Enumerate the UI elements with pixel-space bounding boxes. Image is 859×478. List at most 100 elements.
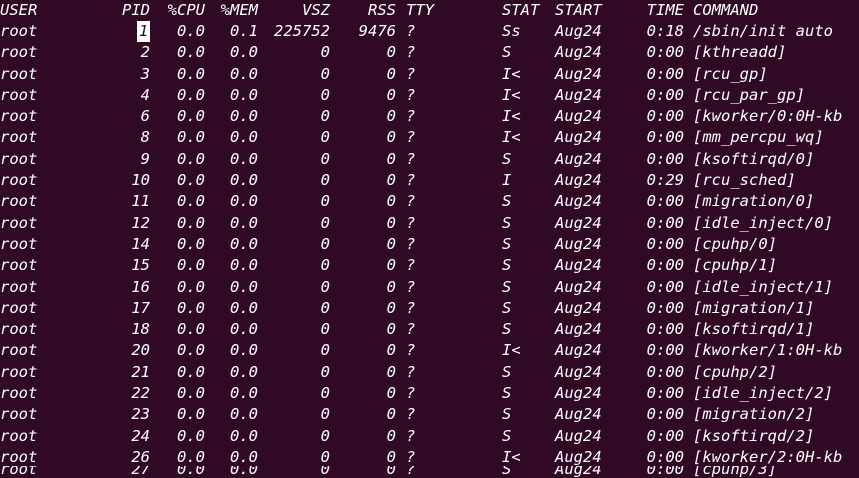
cell-user: root: [0, 128, 38, 147]
cell-tty: ?: [406, 128, 416, 147]
cell-tty: ?: [406, 149, 416, 168]
cell-pid: 16: [131, 277, 150, 296]
cell-vsz: 225752: [274, 22, 330, 40]
cell-stat: I<: [502, 128, 521, 147]
cell-cpu: 0.0: [177, 426, 205, 445]
cell-command: [kworker/1:0H-kb: [693, 341, 843, 360]
table-row: root 9 0.0 0.0 0 0? S Aug24 0:00 [ksoftirqd/0]: [0, 149, 859, 170]
cell-stat: S: [502, 149, 512, 168]
cell-rss: 9476: [358, 22, 396, 40]
table-row: root 20 0.0 0.0 0 0? I< Aug24 0:00 [kworker/1:0H-…: [0, 340, 859, 361]
table-row: root 4 0.0 0.0 0 0? I< Aug24 0:00 [rcu_par_gp]: [0, 85, 859, 106]
header-tty: TTY: [406, 1, 434, 19]
header-time: TIME: [646, 1, 684, 19]
cell-user: root: [0, 107, 38, 126]
header-mem: %MEM: [220, 1, 258, 19]
terminal-output[interactable]: USER PID %CPU %MEM VSZ RSS TTY STAT STAR…: [0, 0, 859, 478]
cell-rss: 0: [386, 298, 396, 317]
cell-rss: 0: [386, 85, 396, 104]
cell-mem: 0.0: [230, 466, 258, 478]
cell-command: [cpuhp/1]: [693, 256, 777, 275]
header-start: START: [555, 1, 602, 19]
cell-tty: ?: [406, 362, 416, 381]
cell-pid: 24: [131, 426, 150, 445]
cell-command: [idle_inject/2]: [693, 384, 833, 403]
cell-pid: 12: [131, 213, 150, 232]
cell-vsz: 0: [320, 171, 330, 190]
cell-vsz: 0: [320, 256, 330, 275]
cell-stat: S: [502, 256, 512, 275]
table-row: root 14 0.0 0.0 0 0? S Aug24 0:00 [cpuhp/0]: [0, 234, 859, 255]
cell-stat: S: [502, 384, 512, 403]
cell-pid: 8: [140, 128, 150, 147]
cell-rss: 0: [386, 256, 396, 275]
cell-user: root: [0, 298, 38, 317]
cell-pid: 21: [131, 362, 150, 381]
cell-pid: 17: [131, 298, 150, 317]
cell-rss: 0: [386, 320, 396, 339]
cell-user: root: [0, 362, 38, 381]
cell-mem: 0.0: [230, 213, 258, 232]
cell-cpu: 0.0: [177, 43, 205, 62]
cell-cpu: 0.0: [177, 384, 205, 403]
cell-tty: ?: [406, 384, 416, 403]
cell-vsz: 0: [320, 298, 330, 317]
header-user: USER: [0, 1, 38, 19]
text-cursor: 1: [137, 21, 150, 43]
cell-start: Aug24: [555, 85, 602, 104]
cell-time: 0:00: [646, 149, 684, 168]
cell-rss: 0: [386, 426, 396, 445]
cell-vsz: 0: [320, 362, 330, 381]
cell-start: Aug24: [555, 107, 602, 126]
cell-time: 0:00: [646, 128, 684, 147]
cell-mem: 0.0: [230, 64, 258, 83]
cell-mem: 0.0: [230, 256, 258, 275]
cell-user: root: [0, 341, 38, 360]
cell-start: Aug24: [555, 64, 602, 83]
cell-command: [ksoftirqd/2]: [693, 426, 815, 445]
cell-tty: ?: [406, 85, 416, 104]
cell-time: 0:00: [646, 43, 684, 62]
cell-time: 0:00: [646, 298, 684, 317]
cell-command: [rcu_par_gp]: [693, 85, 805, 104]
cell-vsz: 0: [320, 85, 330, 104]
cell-time: 0:00: [646, 256, 684, 275]
cell-mem: 0.0: [230, 43, 258, 62]
cell-time: 0:00: [646, 341, 684, 360]
cell-rss: 0: [386, 149, 396, 168]
cell-start: Aug24: [555, 256, 602, 275]
cell-time: 0:00: [646, 277, 684, 296]
table-row: root 12 0.0 0.0 0 0? S Aug24 0:00 [idle_inject/0]: [0, 213, 859, 234]
cell-rss: 0: [386, 362, 396, 381]
cell-rss: 0: [386, 213, 396, 232]
cell-vsz: 0: [320, 213, 330, 232]
cell-start: Aug24: [555, 341, 602, 360]
header-cpu: %CPU: [167, 1, 205, 19]
table-row: root 21 0.0 0.0 0 0? S Aug24 0:00 [cpuhp/2]: [0, 362, 859, 383]
cell-mem: 0.0: [230, 341, 258, 360]
cell-tty: ?: [406, 341, 416, 360]
cell-user: root: [0, 234, 38, 253]
cell-tty: ?: [406, 234, 416, 253]
cell-start: Aug24: [555, 213, 602, 232]
cell-start: Aug24: [555, 426, 602, 445]
cell-user: root: [0, 405, 38, 424]
cell-mem: 0.0: [230, 298, 258, 317]
cell-pid: 15: [131, 256, 150, 275]
header-pid: PID: [122, 1, 150, 19]
header-command: COMMAND: [693, 1, 759, 19]
cell-mem: 0.0: [230, 171, 258, 190]
cell-pid: 6: [140, 107, 150, 126]
cell-stat: S: [502, 362, 512, 381]
cell-mem: 0.0: [230, 234, 258, 253]
cell-time: 0:00: [646, 362, 684, 381]
cell-stat: I<: [502, 107, 521, 126]
cell-vsz: 0: [320, 64, 330, 83]
cell-cpu: 0.0: [177, 213, 205, 232]
cell-rss: 0: [386, 341, 396, 360]
cell-cpu: 0.0: [177, 341, 205, 360]
cell-user: root: [0, 149, 38, 168]
cell-rss: 0: [386, 171, 396, 190]
cell-command: [mm_percpu_wq]: [693, 128, 824, 147]
cell-command: [migration/2]: [693, 405, 815, 424]
